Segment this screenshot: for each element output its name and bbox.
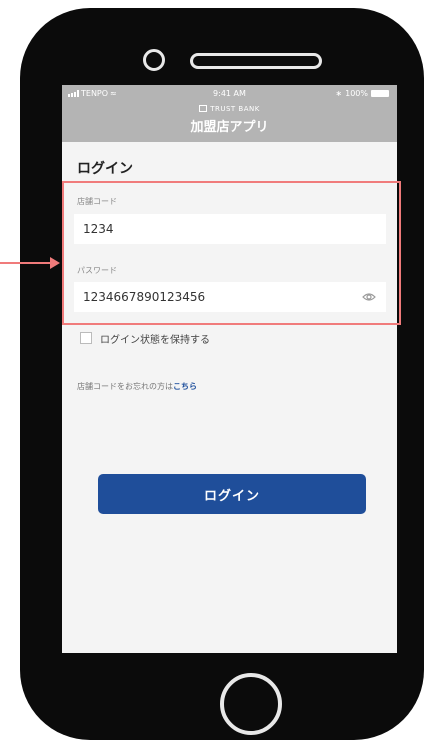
store-code-label: 店舗コード: [77, 197, 117, 206]
app-header: TENPO ≈ 9:41 AM ∗ 100% TRUST BANK 加盟店アプリ: [62, 85, 397, 142]
forgot-code-text: 店舗コードをお忘れの方はこちら: [77, 381, 197, 392]
status-battery-text: 100%: [345, 89, 368, 98]
app-screen: TENPO ≈ 9:41 AM ∗ 100% TRUST BANK 加盟店アプリ…: [62, 85, 397, 653]
keep-logged-in-checkbox[interactable]: [80, 332, 92, 344]
password-value: 1234667890123456: [83, 290, 206, 304]
store-code-value: 1234: [83, 222, 114, 236]
keep-logged-in-label[interactable]: ログイン状態を保持する: [100, 331, 210, 346]
page-title: ログイン: [77, 161, 133, 177]
front-camera: [143, 49, 165, 71]
home-button[interactable]: [220, 673, 282, 735]
pointer-arrow-line: [0, 262, 50, 264]
status-battery-group: ∗ 100%: [335, 89, 389, 98]
forgot-code-link[interactable]: こちら: [173, 382, 197, 391]
brand-name: TRUST BANK: [210, 105, 260, 113]
eye-icon[interactable]: [362, 291, 376, 303]
speaker-grille: [190, 53, 322, 69]
battery-icon: [371, 90, 389, 97]
bluetooth-icon: ∗: [335, 89, 343, 98]
pointer-arrow-icon: [50, 257, 60, 269]
forgot-code-prefix: 店舗コードをお忘れの方は: [77, 382, 173, 391]
password-label: パスワード: [77, 266, 117, 275]
brand-row: TRUST BANK: [62, 105, 397, 113]
login-button[interactable]: ログイン: [98, 474, 366, 514]
app-title: 加盟店アプリ: [190, 120, 269, 135]
store-code-input[interactable]: 1234: [74, 214, 386, 244]
bank-logo-icon: [199, 105, 208, 112]
password-input[interactable]: 1234667890123456: [74, 282, 386, 312]
